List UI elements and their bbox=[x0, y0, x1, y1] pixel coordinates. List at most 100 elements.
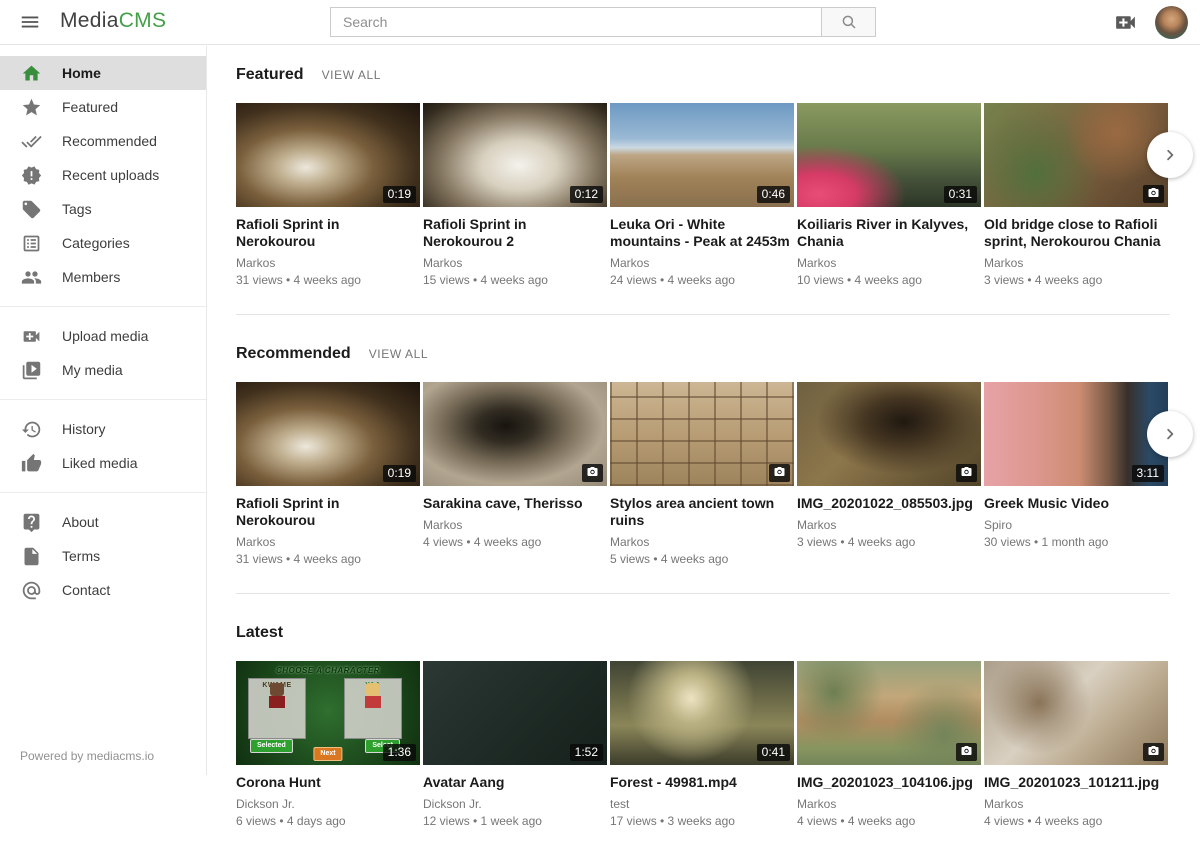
media-title[interactable]: Corona Hunt bbox=[236, 774, 420, 791]
media-author[interactable]: Markos bbox=[984, 256, 1168, 270]
media-thumbnail[interactable] bbox=[797, 382, 981, 486]
media-author[interactable]: Markos bbox=[984, 797, 1168, 811]
duration-badge: 0:19 bbox=[383, 186, 416, 203]
home-icon bbox=[20, 62, 42, 84]
search-input[interactable] bbox=[330, 7, 822, 37]
sidebar-item-categories[interactable]: Categories bbox=[0, 226, 206, 260]
media-title[interactable]: Rafioli Sprint in Nerokourou bbox=[236, 216, 420, 250]
media-title[interactable]: Rafioli Sprint in Nerokourou bbox=[236, 495, 420, 529]
media-card: IMG_20201023_104106.jpg Markos 4 views •… bbox=[797, 661, 981, 828]
section-recommended: Recommended VIEW ALL 0:19 Rafioli Sprint… bbox=[236, 345, 1170, 594]
media-thumbnail[interactable] bbox=[984, 661, 1168, 765]
media-thumbnail[interactable]: 0:31 bbox=[797, 103, 981, 207]
media-title[interactable]: Old bridge close to Rafioli sprint, Nero… bbox=[984, 216, 1168, 250]
duration-badge: 0:12 bbox=[570, 186, 603, 203]
view-all-link[interactable]: VIEW ALL bbox=[322, 68, 382, 82]
sidebar-item-contact[interactable]: Contact bbox=[0, 573, 206, 607]
sidebar-item-upload-media[interactable]: Upload media bbox=[0, 319, 206, 353]
sidebar-item-recommended[interactable]: Recommended bbox=[0, 124, 206, 158]
help-bubble-icon bbox=[20, 511, 42, 533]
media-thumbnail[interactable] bbox=[797, 661, 981, 765]
media-title[interactable]: IMG_20201022_085503.jpg bbox=[797, 495, 981, 512]
sidebar-item-label: Liked media bbox=[62, 455, 138, 471]
search-button[interactable] bbox=[821, 7, 876, 37]
sidebar: Home Featured Recommended Recent uploads… bbox=[0, 46, 207, 775]
sidebar-item-home[interactable]: Home bbox=[0, 56, 206, 90]
view-all-link[interactable]: VIEW ALL bbox=[369, 347, 429, 361]
powered-by-link[interactable]: Powered by mediacms.io bbox=[20, 749, 154, 763]
media-author[interactable]: Markos bbox=[797, 797, 981, 811]
media-views-date: 4 views • 4 weeks ago bbox=[423, 535, 607, 549]
menu-icon[interactable] bbox=[18, 11, 42, 35]
sidebar-item-recent-uploads[interactable]: Recent uploads bbox=[0, 158, 206, 192]
media-title[interactable]: IMG_20201023_104106.jpg bbox=[797, 774, 981, 791]
search-bar bbox=[330, 7, 876, 37]
media-thumbnail[interactable]: 0:46 bbox=[610, 103, 794, 207]
media-title[interactable]: Koiliaris River in Kalyves, Chania bbox=[797, 216, 981, 250]
photo-icon bbox=[956, 464, 977, 482]
sidebar-item-label: My media bbox=[62, 362, 123, 378]
media-thumbnail[interactable]: CHOOSE A CHARACTER KWAME YAA Selected Ne… bbox=[236, 661, 420, 765]
sidebar-item-my-media[interactable]: My media bbox=[0, 353, 206, 387]
card-row: 0:19 Rafioli Sprint in Nerokourou Markos… bbox=[236, 103, 1170, 287]
media-card: 0:19 Rafioli Sprint in Nerokourou Markos… bbox=[236, 382, 420, 566]
avatar[interactable] bbox=[1155, 6, 1188, 39]
media-author[interactable]: Markos bbox=[423, 518, 607, 532]
section-featured: Featured VIEW ALL 0:19 Rafioli Sprint in… bbox=[236, 66, 1170, 315]
main-content: Featured VIEW ALL 0:19 Rafioli Sprint in… bbox=[236, 46, 1170, 855]
media-thumbnail[interactable]: 3:11 bbox=[984, 382, 1168, 486]
media-title[interactable]: Sarakina cave, Therisso bbox=[423, 495, 607, 512]
media-author[interactable]: Dickson Jr. bbox=[236, 797, 420, 811]
sidebar-item-terms[interactable]: Terms bbox=[0, 539, 206, 573]
media-title[interactable]: IMG_20201023_101211.jpg bbox=[984, 774, 1168, 791]
media-thumbnail[interactable] bbox=[984, 103, 1168, 207]
media-views-date: 15 views • 4 weeks ago bbox=[423, 273, 607, 287]
duration-badge: 0:46 bbox=[757, 186, 790, 203]
media-title[interactable]: Forest - 49981.mp4 bbox=[610, 774, 794, 791]
media-author[interactable]: Markos bbox=[236, 535, 420, 549]
card-row: 0:19 Rafioli Sprint in Nerokourou Markos… bbox=[236, 382, 1170, 566]
media-views-date: 3 views • 4 weeks ago bbox=[984, 273, 1168, 287]
media-author[interactable]: Markos bbox=[236, 256, 420, 270]
media-author[interactable]: Markos bbox=[610, 535, 794, 549]
sidebar-item-history[interactable]: History bbox=[0, 412, 206, 446]
media-author[interactable]: Dickson Jr. bbox=[423, 797, 607, 811]
media-author[interactable]: Markos bbox=[797, 256, 981, 270]
tag-icon bbox=[20, 198, 42, 220]
duration-badge: 0:19 bbox=[383, 465, 416, 482]
section-title: Latest bbox=[236, 624, 283, 642]
media-title[interactable]: Greek Music Video bbox=[984, 495, 1168, 512]
media-thumbnail[interactable] bbox=[610, 382, 794, 486]
media-title[interactable]: Avatar Aang bbox=[423, 774, 607, 791]
media-thumbnail[interactable]: 0:41 bbox=[610, 661, 794, 765]
media-author[interactable]: test bbox=[610, 797, 794, 811]
media-title[interactable]: Stylos area ancient town ruins bbox=[610, 495, 794, 529]
media-title[interactable]: Leuka Ori - White mountains - Peak at 24… bbox=[610, 216, 794, 250]
media-card: 0:41 Forest - 49981.mp4 test 17 views • … bbox=[610, 661, 794, 828]
sidebar-item-liked-media[interactable]: Liked media bbox=[0, 446, 206, 480]
sidebar-item-about[interactable]: About bbox=[0, 505, 206, 539]
media-title[interactable]: Rafioli Sprint in Nerokourou 2 bbox=[423, 216, 607, 250]
media-thumbnail[interactable]: 0:12 bbox=[423, 103, 607, 207]
media-author[interactable]: Markos bbox=[610, 256, 794, 270]
sidebar-divider bbox=[0, 492, 206, 493]
upload-video-icon[interactable] bbox=[1112, 10, 1138, 36]
app-logo[interactable]: MediaCMS bbox=[60, 9, 166, 33]
sidebar-item-featured[interactable]: Featured bbox=[0, 90, 206, 124]
media-thumbnail[interactable]: 0:19 bbox=[236, 103, 420, 207]
sidebar-item-label: Contact bbox=[62, 582, 110, 598]
media-author[interactable]: Markos bbox=[797, 518, 981, 532]
media-views-date: 10 views • 4 weeks ago bbox=[797, 273, 981, 287]
media-thumbnail[interactable] bbox=[423, 382, 607, 486]
duration-badge: 1:36 bbox=[383, 744, 416, 761]
next-arrow-button[interactable] bbox=[1147, 411, 1193, 457]
media-thumbnail[interactable]: 1:52 bbox=[423, 661, 607, 765]
sidebar-item-members[interactable]: Members bbox=[0, 260, 206, 294]
media-card: 3:11 Greek Music Video Spiro 30 views • … bbox=[984, 382, 1168, 566]
sidebar-item-tags[interactable]: Tags bbox=[0, 192, 206, 226]
media-thumbnail[interactable]: 0:19 bbox=[236, 382, 420, 486]
media-author[interactable]: Spiro bbox=[984, 518, 1168, 532]
section-title: Featured bbox=[236, 66, 304, 84]
media-author[interactable]: Markos bbox=[423, 256, 607, 270]
next-arrow-button[interactable] bbox=[1147, 132, 1193, 178]
